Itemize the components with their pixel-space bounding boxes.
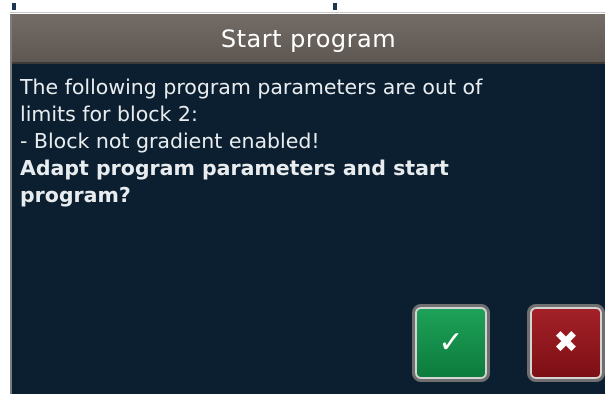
dialog-title-bar: Start program — [12, 14, 605, 64]
start-program-dialog: Start program The following program para… — [10, 14, 605, 394]
question-line: Adapt program parameters and start — [20, 156, 449, 180]
message-line: limits for block 2: — [20, 102, 198, 126]
dialog-title: Start program — [220, 25, 397, 53]
top-strip — [10, 0, 605, 13]
strip-marker — [333, 3, 337, 10]
confirm-button[interactable]: ✓ — [412, 304, 490, 382]
message-line: - Block not gradient enabled! — [20, 129, 320, 153]
cancel-button[interactable]: ✖ — [527, 304, 605, 382]
close-icon: ✖ — [553, 325, 579, 360]
screen: Start program The following program para… — [0, 0, 605, 394]
message-line: The following program parameters are out… — [20, 75, 483, 99]
strip-marker — [12, 3, 16, 10]
dialog-message: The following program parameters are out… — [20, 74, 580, 209]
check-icon: ✓ — [438, 325, 464, 360]
question-line: program? — [20, 183, 131, 207]
